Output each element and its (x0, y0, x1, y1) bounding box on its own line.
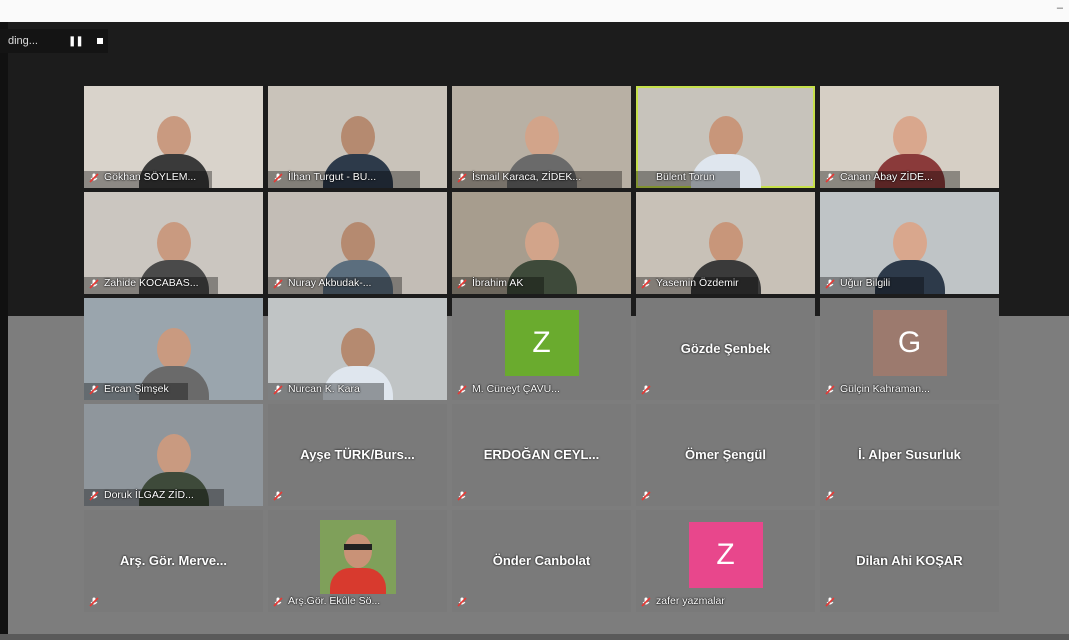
participant-name: Canan Abay ZİDE... (840, 171, 933, 183)
participant-tile[interactable]: Nuray Akbudak-... (268, 192, 447, 294)
left-edge (0, 22, 8, 640)
participant-tile[interactable]: Arş. Gör. Merve... (84, 510, 263, 612)
participant-tile[interactable]: İsmail Karaca, ZİDEK... (452, 86, 631, 188)
mic-muted-icon (273, 597, 283, 607)
participant-tile[interactable]: Zahide KOCABAS... (84, 192, 263, 294)
participant-tile[interactable]: Yasemin Özdemir (636, 192, 815, 294)
mic-muted-icon (825, 597, 835, 607)
participant-tile[interactable]: İ. Alper Susurluk (820, 404, 999, 506)
participant-tile[interactable]: Uğur Bilgili (820, 192, 999, 294)
minimize-button[interactable]: – (1057, 2, 1063, 14)
participant-tile[interactable]: İbrahim AK (452, 192, 631, 294)
mic-muted-icon (273, 385, 283, 395)
participant-name: Arş.Gör. Ekûle Sö... (288, 595, 381, 607)
recording-status: ding... (8, 35, 38, 47)
participant-name: Arş. Gör. Merve... (120, 553, 227, 568)
mic-muted-icon (641, 279, 651, 289)
participant-name: Yasemin Özdemir (656, 277, 739, 289)
participant-tile[interactable]: İlhan Turgut - BU... (268, 86, 447, 188)
participant-tile[interactable]: Ercan Şimşek (84, 298, 263, 400)
mic-muted-icon (89, 597, 99, 607)
participant-tile[interactable]: Ayşe TÜRK/Burs... (268, 404, 447, 506)
mic-muted-icon (641, 597, 651, 607)
mic-muted-icon (89, 279, 99, 289)
participant-name: İbrahim AK (472, 277, 524, 289)
participant-name: İsmail Karaca, ZİDEK... (472, 171, 582, 183)
participant-tile[interactable]: Canan Abay ZİDE... (820, 86, 999, 188)
mic-muted-icon (825, 279, 835, 289)
participant-profile-photo (319, 520, 396, 594)
participant-tile[interactable]: Önder Canbolat (452, 510, 631, 612)
pause-icon[interactable]: ❚❚ (68, 36, 84, 47)
mic-muted-icon (273, 279, 283, 289)
mic-muted-icon (457, 279, 467, 289)
participant-tile[interactable]: G Gülçin Kahraman... (820, 298, 999, 400)
mic-muted-icon (641, 385, 651, 395)
participant-name: zafer yazmalar (656, 595, 725, 607)
participant-avatar: Z (688, 522, 763, 588)
gallery-grid: Gökhan SÖYLEM... İlhan Turgut - BU... İsma… (84, 86, 999, 612)
mic-muted-icon (457, 385, 467, 395)
mic-muted-icon (825, 173, 835, 183)
participant-name: Önder Canbolat (492, 553, 591, 568)
participant-name: Ömer Şengül (685, 447, 766, 462)
participant-name: İ. Alper Susurluk (858, 447, 961, 462)
mic-muted-icon (825, 491, 835, 501)
participant-name: Uğur Bilgili (840, 277, 891, 289)
participant-tile[interactable]: Nurcan K. Kara (268, 298, 447, 400)
recording-indicator: ding... ❚❚ (0, 29, 108, 53)
participant-tile[interactable]: Zzafer yazmalar (636, 510, 815, 612)
participant-tile[interactable]: Dilan Ahi KOŞAR (820, 510, 999, 612)
participant-tile[interactable]: ERDOĞAN CEYL... (452, 404, 631, 506)
participant-tile[interactable]: Bülent Torun (636, 86, 815, 188)
participant-name: Bülent Torun (656, 171, 715, 183)
participant-name: M. Cüneyt ÇAVU... (472, 383, 560, 395)
participant-tile[interactable]: Arş.Gör. Ekûle Sö... (268, 510, 447, 612)
mic-muted-icon (457, 173, 467, 183)
participant-name: Nurcan K. Kara (288, 383, 360, 395)
participant-name: Nuray Akbudak-... (288, 277, 372, 289)
participant-avatar: G (872, 310, 947, 376)
participant-tile[interactable]: Gözde Şenbek (636, 298, 815, 400)
participant-name: Dilan Ahi KOŞAR (856, 553, 963, 568)
mic-muted-icon (273, 173, 283, 183)
participant-tile[interactable]: Z M. Cüneyt ÇAVU... (452, 298, 631, 400)
participant-tile[interactable]: Ömer Şengül (636, 404, 815, 506)
mic-muted-icon (825, 385, 835, 395)
mic-muted-icon (457, 597, 467, 607)
participant-name: Doruk İLGAZ ZİD... (104, 489, 194, 501)
participant-name: Gökhan SÖYLEM... (104, 171, 197, 183)
participant-name: Gözde Şenbek (680, 341, 771, 356)
participant-name: İlhan Turgut - BU... (288, 171, 377, 183)
meeting-toolbar (0, 634, 1069, 640)
mic-muted-icon (641, 491, 651, 501)
stop-icon[interactable] (96, 38, 103, 44)
participant-name: ERDOĞAN CEYL... (483, 447, 600, 462)
window-titlebar: – (0, 0, 1069, 22)
mic-muted-icon (457, 491, 467, 501)
mic-muted-icon (89, 173, 99, 183)
participant-avatar: Z (504, 310, 579, 376)
participant-name: Ercan Şimşek (104, 383, 169, 395)
mic-muted-icon (89, 385, 99, 395)
participant-name: Zahide KOCABAS... (104, 277, 199, 289)
mic-muted-icon (89, 491, 99, 501)
participant-tile[interactable]: Doruk İLGAZ ZİD... (84, 404, 263, 506)
participant-name: Gülçin Kahraman... (840, 383, 930, 395)
participant-tile[interactable]: Gökhan SÖYLEM... (84, 86, 263, 188)
participant-name: Ayşe TÜRK/Burs... (300, 447, 415, 462)
mic-muted-icon (273, 491, 283, 501)
